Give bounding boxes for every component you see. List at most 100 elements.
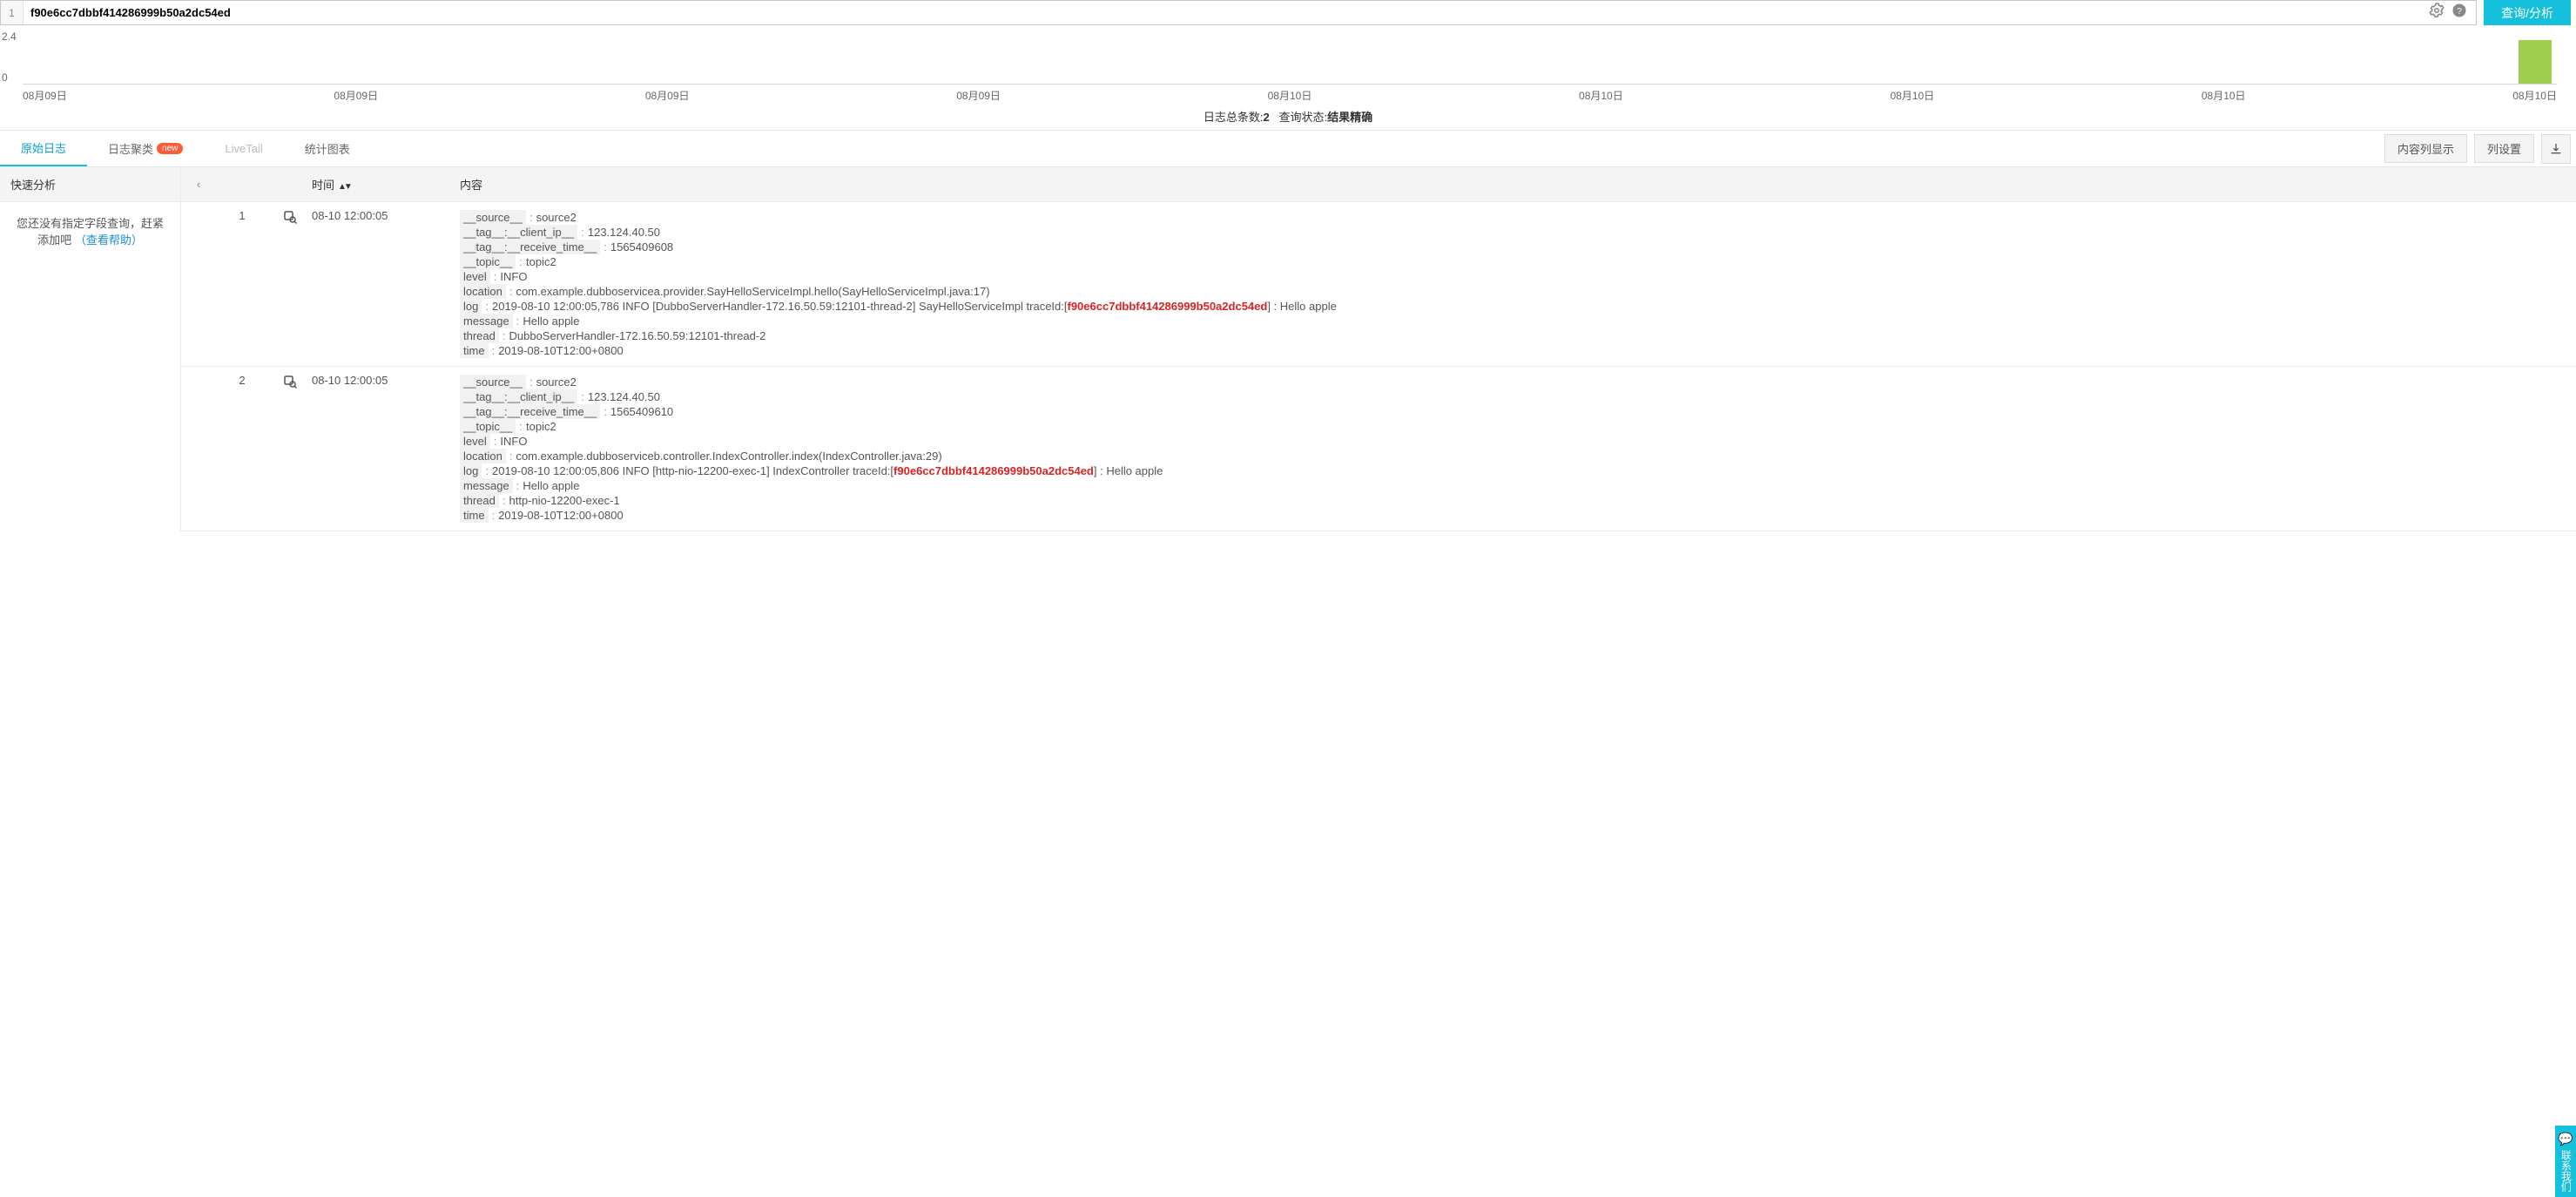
- download-icon[interactable]: [2541, 134, 2571, 164]
- x-tick-label: 08月10日: [2202, 88, 2246, 103]
- row-body: __source__:source2__tag__:__client_ip__:…: [460, 207, 2576, 361]
- context-icon[interactable]: [268, 207, 312, 361]
- tab-chart[interactable]: 统计图表: [284, 132, 371, 166]
- field-value[interactable]: INFO: [500, 270, 527, 283]
- field-line: log:2019-08-10 12:00:05,786 INFO [DubboS…: [460, 300, 2576, 313]
- col-header-time[interactable]: 时间▲▼: [312, 167, 460, 201]
- x-tick-label: 08月10日: [2512, 88, 2557, 103]
- row-index: 1: [216, 207, 268, 361]
- row-body: __source__:source2__tag__:__client_ip__:…: [460, 372, 2576, 525]
- query-line-number: 1: [1, 1, 24, 24]
- quick-analysis-header: 快速分析: [0, 167, 180, 202]
- x-tick-label: 08月09日: [334, 88, 378, 103]
- field-value[interactable]: Hello apple: [523, 314, 579, 328]
- field-line: thread:DubboServerHandler-172.16.50.59:1…: [460, 329, 2576, 342]
- field-line: __source__:source2: [460, 375, 2576, 389]
- field-key[interactable]: thread: [460, 328, 499, 343]
- field-key[interactable]: __tag__:__receive_time__: [460, 404, 600, 419]
- field-line: level:INFO: [460, 435, 2576, 448]
- field-key[interactable]: __tag__:__receive_time__: [460, 240, 600, 254]
- field-line: message:Hello apple: [460, 314, 2576, 328]
- field-value[interactable]: 2019-08-10T12:00+0800: [498, 344, 623, 357]
- field-value[interactable]: com.example.dubboserviceb.controller.Ind…: [516, 450, 941, 463]
- field-line: __tag__:__client_ip__:123.124.40.50: [460, 390, 2576, 403]
- log-row: 208-10 12:00:05__source__:source2__tag__…: [181, 367, 2576, 531]
- sort-icon: ▲▼: [338, 182, 350, 192]
- field-value[interactable]: source2: [536, 375, 577, 389]
- field-value[interactable]: DubboServerHandler-172.16.50.59:12101-th…: [509, 329, 766, 342]
- field-line: level:INFO: [460, 270, 2576, 283]
- field-value[interactable]: http-nio-12200-exec-1: [509, 494, 620, 507]
- col-header-content: 内容: [460, 167, 2576, 201]
- field-key[interactable]: location: [460, 449, 506, 463]
- row-time: 08-10 12:00:05: [312, 372, 460, 525]
- field-key[interactable]: __topic__: [460, 254, 516, 269]
- column-settings-button[interactable]: 列设置: [2474, 134, 2534, 163]
- x-tick-label: 08月09日: [23, 88, 67, 103]
- field-key[interactable]: location: [460, 284, 506, 299]
- field-line: __topic__:topic2: [460, 420, 2576, 433]
- result-summary: 日志总条数:2 查询状态:结果精确: [0, 103, 2576, 130]
- field-value[interactable]: 2019-08-10 12:00:05,806 INFO [http-nio-1…: [492, 464, 1163, 477]
- field-key[interactable]: __source__: [460, 375, 526, 389]
- field-value[interactable]: 1565409608: [610, 240, 673, 254]
- log-row: 108-10 12:00:05__source__:source2__tag__…: [181, 202, 2576, 367]
- field-value[interactable]: topic2: [526, 420, 556, 433]
- quick-analysis-panel: 快速分析 您还没有指定字段查询，赶紧添加吧 （查看帮助）: [0, 167, 181, 531]
- contact-us-rail[interactable]: 💬 联系我们: [2555, 1126, 2576, 1197]
- column-display-button[interactable]: 内容列显示: [2384, 134, 2467, 163]
- field-key[interactable]: time: [460, 343, 489, 358]
- y-axis-ticks: 2.4 0: [2, 30, 17, 84]
- field-key[interactable]: level: [460, 269, 490, 284]
- query-box: 1 ?: [0, 0, 2477, 25]
- histogram-chart: 2.4 0 08月09日 08月09日 08月09日 08月09日 08月10日 08月1…: [0, 25, 2576, 103]
- field-key[interactable]: __topic__: [460, 419, 516, 434]
- gear-icon[interactable]: [2429, 3, 2445, 23]
- field-value[interactable]: 1565409610: [610, 405, 673, 418]
- field-key[interactable]: time: [460, 508, 489, 523]
- field-key[interactable]: log: [460, 463, 482, 478]
- field-value[interactable]: 123.124.40.50: [588, 226, 660, 239]
- x-tick-label: 08月09日: [956, 88, 1001, 103]
- field-line: location:com.example.dubboserviceb.contr…: [460, 450, 2576, 463]
- tab-strip: 原始日志 日志聚类 new LiveTail 统计图表 内容列显示 列设置: [0, 130, 2576, 167]
- field-key[interactable]: __tag__:__client_ip__: [460, 225, 577, 240]
- field-value[interactable]: INFO: [500, 435, 527, 448]
- context-icon[interactable]: [268, 372, 312, 525]
- x-tick-label: 08月10日: [1890, 88, 1934, 103]
- analyze-button[interactable]: 查询/分析: [2484, 0, 2571, 25]
- field-value[interactable]: com.example.dubboservicea.provider.SayHe…: [516, 285, 989, 298]
- field-line: log:2019-08-10 12:00:05,806 INFO [http-n…: [460, 464, 2576, 477]
- tab-raw-log[interactable]: 原始日志: [0, 131, 87, 166]
- field-value[interactable]: Hello apple: [523, 479, 579, 492]
- help-icon[interactable]: ?: [2451, 3, 2467, 23]
- row-time: 08-10 12:00:05: [312, 207, 460, 361]
- field-line: message:Hello apple: [460, 479, 2576, 492]
- field-line: __tag__:__receive_time__:1565409610: [460, 405, 2576, 418]
- chat-icon: 💬: [2558, 1131, 2573, 1148]
- field-value[interactable]: topic2: [526, 255, 556, 268]
- help-link[interactable]: （查看帮助）: [75, 233, 143, 247]
- field-key[interactable]: level: [460, 434, 490, 449]
- field-line: thread:http-nio-12200-exec-1: [460, 494, 2576, 507]
- field-key[interactable]: log: [460, 299, 482, 314]
- query-input[interactable]: [24, 1, 2429, 24]
- field-value[interactable]: source2: [536, 211, 577, 224]
- field-line: __tag__:__receive_time__:1565409608: [460, 240, 2576, 254]
- field-key[interactable]: message: [460, 478, 513, 493]
- tab-cluster[interactable]: 日志聚类 new: [87, 132, 204, 166]
- field-value[interactable]: 123.124.40.50: [588, 390, 660, 403]
- field-value[interactable]: 2019-08-10 12:00:05,786 INFO [DubboServe…: [492, 300, 1337, 313]
- field-key[interactable]: thread: [460, 493, 499, 508]
- collapse-panel-toggle[interactable]: ‹: [181, 169, 216, 200]
- field-key[interactable]: message: [460, 314, 513, 328]
- x-tick-label: 08月09日: [645, 88, 690, 103]
- field-value[interactable]: 2019-08-10T12:00+0800: [498, 509, 623, 522]
- chart-bar[interactable]: [2519, 40, 2552, 84]
- field-line: __source__:source2: [460, 211, 2576, 224]
- field-line: time:2019-08-10T12:00+0800: [460, 344, 2576, 357]
- field-key[interactable]: __source__: [460, 210, 526, 225]
- tab-livetail[interactable]: LiveTail: [204, 133, 283, 164]
- field-key[interactable]: __tag__:__client_ip__: [460, 389, 577, 404]
- log-header-row: ‹ 时间▲▼ 内容: [181, 167, 2576, 202]
